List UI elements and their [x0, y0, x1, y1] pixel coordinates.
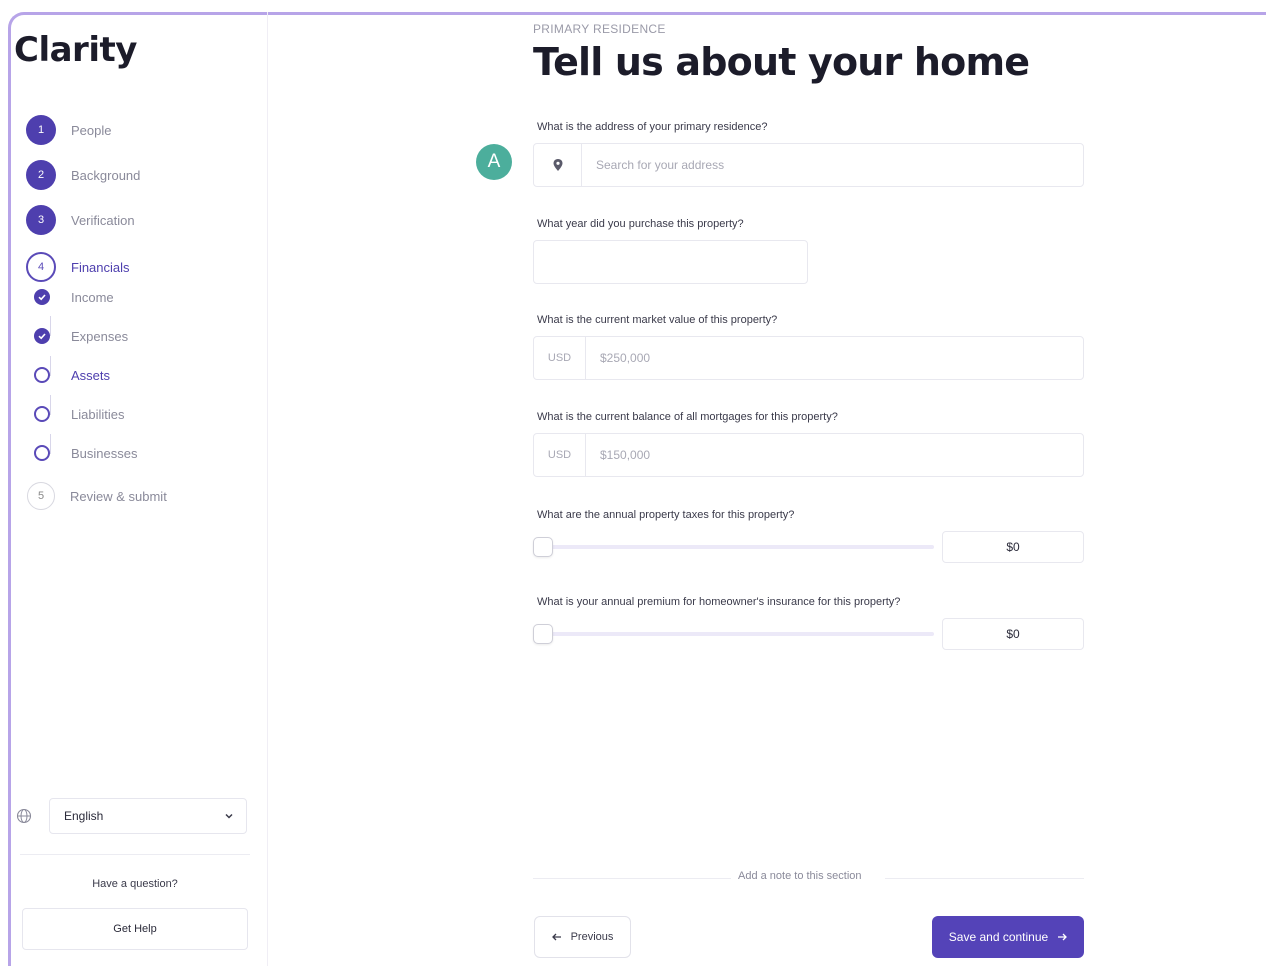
step-number: 5: [27, 482, 55, 510]
market-value-label: What is the current market value of this…: [537, 314, 778, 326]
arrow-left-icon: [551, 933, 561, 941]
currency-prefix: USD: [534, 434, 586, 476]
property-taxes-slider-track[interactable]: [541, 545, 934, 549]
property-taxes-input[interactable]: $0: [942, 531, 1084, 563]
sidebar: Clarity 1 People 2 Background 3 Verifica…: [8, 12, 268, 966]
save-label: Save and continue: [948, 930, 1049, 944]
previous-label: Previous: [570, 931, 614, 943]
address-label: What is the address of your primary resi…: [537, 121, 768, 133]
get-help-button[interactable]: Get Help: [22, 908, 248, 950]
step-label: People: [71, 122, 112, 138]
previous-button[interactable]: Previous: [534, 916, 631, 958]
purchase-year-input[interactable]: [533, 240, 808, 284]
market-value-field[interactable]: USD $250,000: [533, 336, 1084, 380]
substep-expenses[interactable]: Expenses: [34, 325, 128, 347]
app-logo: Clarity: [14, 30, 137, 70]
check-icon: [34, 289, 50, 305]
circle-icon: [34, 406, 50, 422]
property-taxes-label: What are the annual property taxes for t…: [537, 509, 795, 521]
step-review-submit[interactable]: 5 Review & submit: [26, 480, 167, 512]
add-note-link[interactable]: Add a note to this section: [738, 870, 862, 882]
section-eyebrow: PRIMARY RESIDENCE: [533, 22, 666, 36]
language-select[interactable]: English: [49, 798, 247, 834]
step-number: 4: [26, 252, 56, 282]
insurance-label: What is your annual premium for homeowne…: [537, 596, 901, 608]
insurance-slider-track[interactable]: [541, 632, 934, 636]
annotation-badge: A: [476, 144, 512, 180]
substep-label: Assets: [71, 367, 111, 383]
insurance-input[interactable]: $0: [942, 618, 1084, 650]
substep-label: Liabilities: [71, 406, 125, 422]
currency-prefix: USD: [534, 337, 586, 379]
mortgage-balance-field[interactable]: USD $150,000: [533, 433, 1084, 477]
note-divider-left: [533, 878, 731, 879]
language-row: English: [16, 798, 247, 834]
step-verification[interactable]: 3 Verification: [26, 204, 135, 236]
step-people[interactable]: 1 People: [26, 114, 111, 146]
page-title: Tell us about your home: [533, 40, 1030, 84]
sidebar-divider: [20, 854, 250, 855]
substep-income[interactable]: Income: [34, 286, 114, 308]
step-label: Verification: [71, 212, 135, 228]
substep-liabilities[interactable]: Liabilities: [34, 403, 124, 425]
circle-icon: [34, 445, 50, 461]
location-pin-icon: [553, 159, 562, 171]
address-prefix: [534, 144, 582, 186]
substep-label: Income: [71, 289, 114, 305]
step-number: 2: [26, 160, 56, 190]
market-value-input[interactable]: $250,000: [586, 351, 650, 365]
address-input[interactable]: Search for your address: [582, 158, 724, 172]
note-divider-right: [885, 878, 1084, 879]
step-number: 3: [26, 205, 56, 235]
substep-label: Businesses: [71, 445, 138, 461]
mortgage-balance-input[interactable]: $150,000: [586, 448, 650, 462]
address-field[interactable]: Search for your address: [533, 143, 1084, 187]
step-number: 1: [26, 115, 56, 145]
step-label: Review & submit: [70, 488, 167, 504]
step-label: Background: [71, 167, 141, 183]
save-and-continue-button[interactable]: Save and continue: [932, 916, 1084, 958]
check-icon: [34, 328, 50, 344]
substep-assets[interactable]: Assets: [34, 364, 110, 386]
substep-businesses[interactable]: Businesses: [34, 442, 137, 464]
purchase-year-label: What year did you purchase this property…: [537, 218, 744, 230]
chevron-down-icon: [225, 813, 233, 819]
language-value: English: [64, 809, 104, 823]
globe-icon: [16, 808, 32, 824]
arrow-right-icon: [1058, 933, 1068, 941]
help-question: Have a question?: [92, 878, 178, 890]
circle-icon: [34, 367, 50, 383]
property-taxes-slider-handle[interactable]: [533, 537, 553, 557]
step-financials[interactable]: 4 Financials: [26, 251, 130, 283]
insurance-slider-handle[interactable]: [533, 624, 553, 644]
step-background[interactable]: 2 Background: [26, 159, 140, 191]
mortgage-balance-label: What is the current balance of all mortg…: [537, 411, 838, 423]
substep-label: Expenses: [71, 328, 129, 344]
step-label: Financials: [71, 259, 130, 275]
